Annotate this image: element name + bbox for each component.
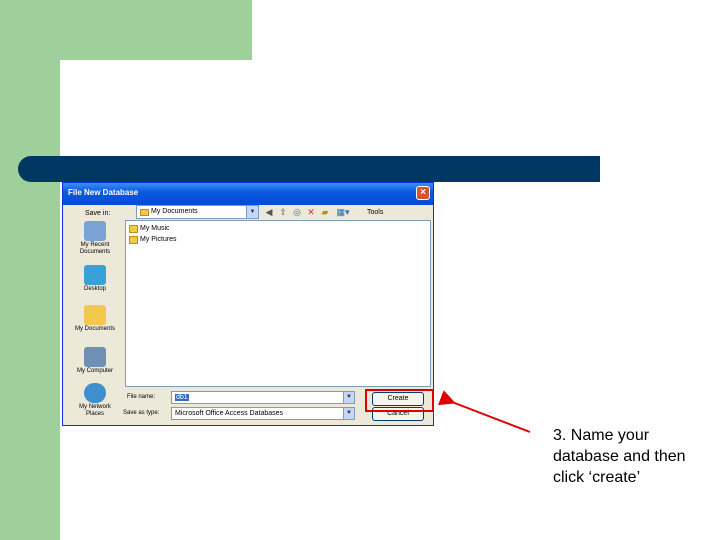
instruction-caption: 3. Name your database and then click ‘cr… — [553, 427, 686, 486]
